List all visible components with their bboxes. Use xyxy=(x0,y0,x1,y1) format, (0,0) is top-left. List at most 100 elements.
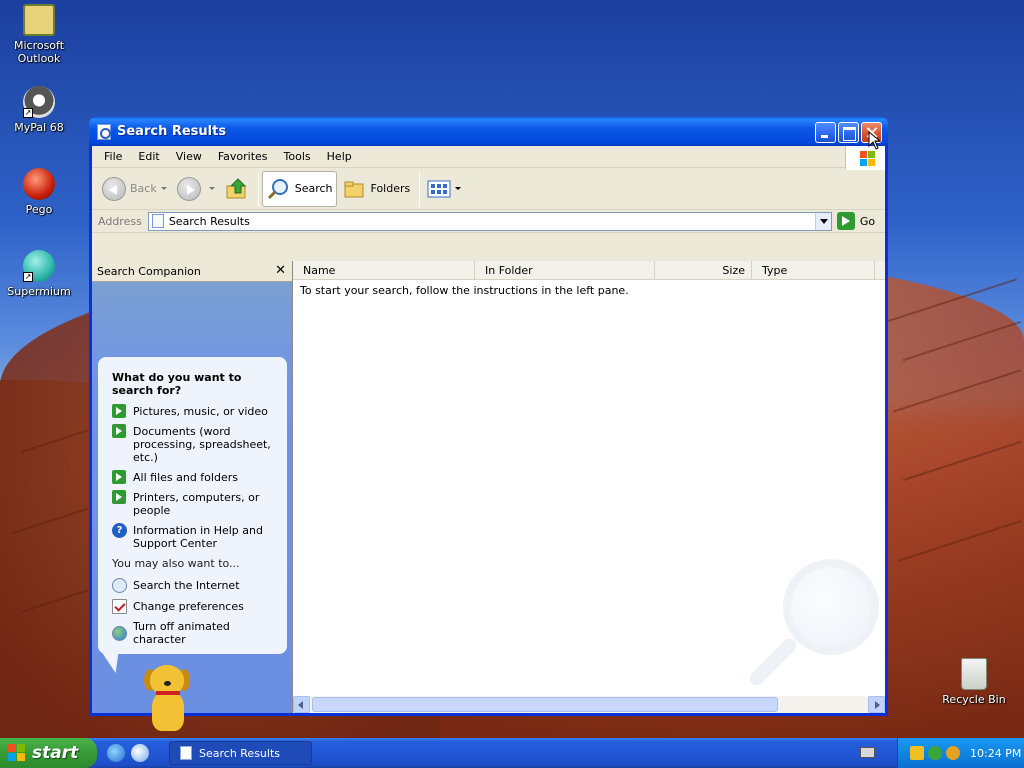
folders-icon xyxy=(344,181,364,197)
option-documents[interactable]: Documents (word processing, spreadsheet,… xyxy=(112,424,277,464)
scroll-thumb[interactable] xyxy=(312,697,778,712)
folders-label: Folders xyxy=(370,182,411,195)
windows-flag-icon xyxy=(8,744,26,762)
horizontal-scrollbar[interactable] xyxy=(293,696,885,713)
results-column-headers: Name In Folder Size Type xyxy=(293,261,885,280)
address-input[interactable]: Search Results xyxy=(147,211,832,231)
preferences-check-icon xyxy=(112,599,127,614)
desktop-icon-recycle-bin[interactable]: Recycle Bin xyxy=(936,658,1012,706)
network-icon[interactable] xyxy=(928,746,942,760)
maximize-button[interactable] xyxy=(838,122,859,143)
forward-dropdown-icon[interactable] xyxy=(208,187,215,190)
toolbar-separator xyxy=(419,171,421,206)
option-all-files[interactable]: All files and folders xyxy=(112,470,277,484)
address-value: Search Results xyxy=(168,214,250,228)
shortcut-arrow-icon: ↗ xyxy=(23,108,33,118)
supermium-icon: ↗ xyxy=(23,250,55,282)
search-button[interactable]: Search xyxy=(261,170,337,207)
up-folder-button[interactable] xyxy=(221,171,253,207)
views-icon xyxy=(427,180,451,197)
search-dog-character[interactable] xyxy=(142,665,202,735)
go-label: Go xyxy=(859,214,876,228)
desktop-icon-pego[interactable]: Pego xyxy=(1,168,77,216)
search-internet-link[interactable]: Search the Internet xyxy=(112,578,277,593)
address-dropdown-icon[interactable] xyxy=(814,212,831,230)
window-body: File Edit View Favorites Tools Help Back xyxy=(92,146,885,731)
menu-file[interactable]: File xyxy=(96,150,130,163)
task-item-label: Search Results xyxy=(199,746,281,760)
back-arrow-icon xyxy=(102,176,126,201)
search-companion-title: Search Companion xyxy=(97,264,201,278)
desktop-icon-mypal[interactable]: ↗ MyPal 68 xyxy=(1,86,77,134)
taskbar-item-search-results[interactable]: Search Results xyxy=(169,741,312,765)
minimize-button[interactable] xyxy=(815,122,836,143)
pego-icon xyxy=(23,168,55,200)
scroll-left-button[interactable] xyxy=(293,696,310,713)
column-name[interactable]: Name xyxy=(293,261,475,280)
taskbar: start Search Results 10:24 PM xyxy=(0,738,1024,768)
quick-launch xyxy=(97,738,165,768)
outlook-icon xyxy=(23,4,55,36)
column-in-folder[interactable]: In Folder xyxy=(475,261,655,280)
views-dropdown-icon xyxy=(455,187,462,190)
globe-icon xyxy=(112,625,127,641)
shortcut-arrow-icon: ↗ xyxy=(23,272,33,282)
browser-quick-launch-icon[interactable] xyxy=(131,744,149,762)
forward-button[interactable] xyxy=(173,171,219,207)
title-bar[interactable]: Search Results xyxy=(89,117,888,146)
keyboard-icon[interactable] xyxy=(860,747,875,758)
toolbar: Back Search Folders xyxy=(92,168,885,210)
option-help-center[interactable]: ? Information in Help and Support Center xyxy=(112,523,277,550)
go-arrow-icon xyxy=(836,212,855,230)
go-button[interactable]: Go xyxy=(836,212,876,230)
green-arrow-icon xyxy=(112,470,126,484)
desktop-icon-outlook[interactable]: Microsoft Outlook xyxy=(1,4,77,65)
mouse-pointer-icon xyxy=(868,131,882,150)
window-title: Search Results xyxy=(117,124,227,139)
search-tray-icon[interactable] xyxy=(946,746,960,760)
back-dropdown-icon[interactable] xyxy=(160,187,167,190)
menu-edit[interactable]: Edit xyxy=(130,150,167,163)
folders-button[interactable]: Folders xyxy=(339,171,415,207)
menu-favorites[interactable]: Favorites xyxy=(210,150,276,163)
magnifier-watermark-icon xyxy=(737,559,887,709)
recycle-bin-icon xyxy=(961,658,987,690)
results-pane: Name In Folder Size Type To start your s… xyxy=(293,261,885,713)
search-companion-pane: Search Companion ✕ What do you want to s… xyxy=(92,261,293,731)
views-button[interactable] xyxy=(423,171,465,207)
security-shield-icon[interactable] xyxy=(910,746,924,760)
scroll-right-button[interactable] xyxy=(868,696,885,713)
column-type[interactable]: Type xyxy=(752,261,875,280)
search-balloon: What do you want to search for? Pictures… xyxy=(98,357,287,654)
address-label: Address xyxy=(98,214,142,228)
search-label: Search xyxy=(294,182,333,195)
column-more[interactable] xyxy=(875,261,885,280)
change-preferences-link[interactable]: Change preferences xyxy=(112,599,277,614)
search-companion-header: Search Companion ✕ xyxy=(92,261,292,282)
search-results-window: Search Results File Edit View Favorites … xyxy=(89,117,888,731)
forward-arrow-icon xyxy=(176,176,201,201)
close-pane-icon[interactable]: ✕ xyxy=(275,263,286,278)
menu-view[interactable]: View xyxy=(168,150,210,163)
option-pictures[interactable]: Pictures, music, or video xyxy=(112,404,277,418)
search-icon xyxy=(267,178,288,199)
balloon-tail xyxy=(102,653,126,673)
desktop-icon-supermium[interactable]: ↗ Supermium xyxy=(1,250,77,298)
column-size[interactable]: Size xyxy=(655,261,752,280)
up-folder-icon xyxy=(226,177,246,198)
empty-results-message: To start your search, follow the instruc… xyxy=(300,284,629,297)
system-tray: 10:24 PM xyxy=(897,738,1024,768)
option-printers[interactable]: Printers, computers, or people xyxy=(112,490,277,517)
turn-off-character-link[interactable]: Turn off animated character xyxy=(112,620,277,646)
internet-explorer-icon[interactable] xyxy=(107,744,125,762)
back-button[interactable]: Back xyxy=(98,171,171,207)
menu-help[interactable]: Help xyxy=(319,150,360,163)
clock[interactable]: 10:24 PM xyxy=(970,747,1021,760)
start-button[interactable]: start xyxy=(0,738,97,768)
search-results-task-icon xyxy=(180,746,192,760)
help-icon: ? xyxy=(112,523,127,538)
raccoon-icon: ↗ xyxy=(23,86,55,118)
start-label: start xyxy=(32,743,79,763)
content-area: Search Companion ✕ What do you want to s… xyxy=(92,261,885,731)
menu-tools[interactable]: Tools xyxy=(276,150,319,163)
